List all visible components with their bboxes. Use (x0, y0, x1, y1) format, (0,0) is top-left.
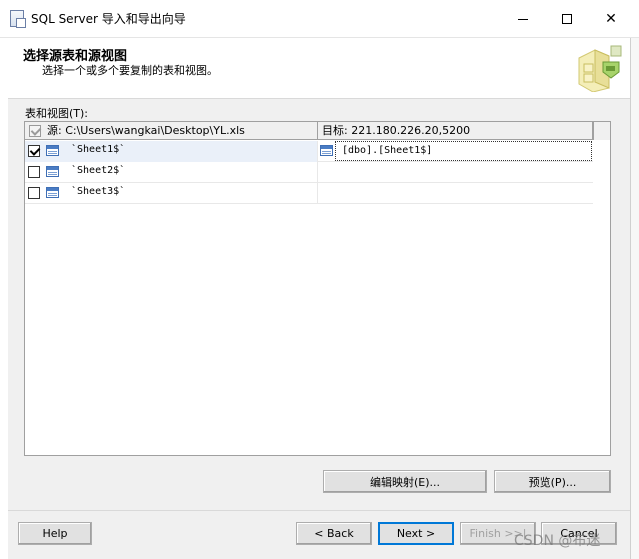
wizard-logo-icon (578, 45, 622, 92)
grid-header: 源: C:\Users\wangkai\Desktop\YL.xls 目标: 2… (25, 122, 593, 140)
table-icon (46, 166, 59, 177)
wizard-header: 选择源表和源视图 选择一个或多个要复制的表和视图。 (8, 38, 630, 98)
close-button[interactable]: ✕ (588, 0, 634, 38)
table-icon (46, 145, 59, 156)
background-window-edge (630, 38, 639, 559)
table-row[interactable]: `Sheet3$` (25, 183, 593, 204)
row-checkbox[interactable] (28, 187, 40, 199)
title-bar: SQL Server 导入和导出向导 ✕ (0, 0, 639, 38)
maximize-icon (562, 14, 572, 24)
source-column-label: 源: C:\Users\wangkai\Desktop\YL.xls (47, 124, 245, 137)
table-icon (320, 145, 333, 156)
source-cell[interactable]: `Sheet3$` (25, 183, 318, 204)
table-icon (46, 187, 59, 198)
edit-mappings-button[interactable]: 编辑映射(E)... (323, 470, 487, 493)
source-table-name: `Sheet3$` (71, 186, 126, 197)
app-icon (10, 10, 26, 28)
table-row[interactable]: `Sheet2$` (25, 162, 593, 183)
source-table-name: `Sheet2$` (71, 165, 126, 176)
source-column-header[interactable]: 源: C:\Users\wangkai\Desktop\YL.xls (25, 122, 318, 140)
minimize-button[interactable] (500, 0, 546, 38)
destination-table-name: [dbo].[Sheet1$] (342, 145, 433, 156)
select-all-checkbox[interactable] (29, 125, 41, 137)
destination-table-field[interactable]: [dbo].[Sheet1$] (335, 141, 592, 161)
destination-cell[interactable] (318, 183, 593, 204)
row-checkbox[interactable] (28, 145, 40, 157)
table-row[interactable]: `Sheet1$` [dbo].[Sheet1$] (25, 141, 593, 162)
back-button[interactable]: < Back (296, 522, 372, 545)
destination-column-header[interactable]: 目标: 221.180.226.20,5200 (318, 122, 593, 140)
window-title: SQL Server 导入和导出向导 (31, 12, 186, 26)
next-button[interactable]: Next > (378, 522, 454, 545)
source-cell[interactable]: `Sheet1$` (25, 141, 318, 162)
close-icon: ✕ (605, 11, 617, 27)
watermark: CSDN @布迷 (514, 533, 601, 549)
destination-cell[interactable] (318, 162, 593, 183)
destination-cell[interactable]: [dbo].[Sheet1$] (318, 141, 593, 162)
source-table-name: `Sheet1$` (71, 144, 126, 155)
tables-views-label: 表和视图(T): (25, 107, 89, 120)
source-cell[interactable]: `Sheet2$` (25, 162, 318, 183)
divider (8, 510, 630, 511)
tables-views-grid[interactable]: 源: C:\Users\wangkai\Desktop\YL.xls 目标: 2… (24, 121, 611, 456)
maximize-button[interactable] (544, 0, 590, 38)
preview-button[interactable]: 预览(P)... (494, 470, 611, 493)
destination-column-label: 目标: 221.180.226.20,5200 (322, 124, 471, 137)
help-button[interactable]: Help (18, 522, 92, 545)
page-subtitle: 选择一个或多个要复制的表和视图。 (42, 64, 218, 77)
row-checkbox[interactable] (28, 166, 40, 178)
minimize-icon (518, 18, 528, 20)
header-corner (593, 122, 610, 140)
